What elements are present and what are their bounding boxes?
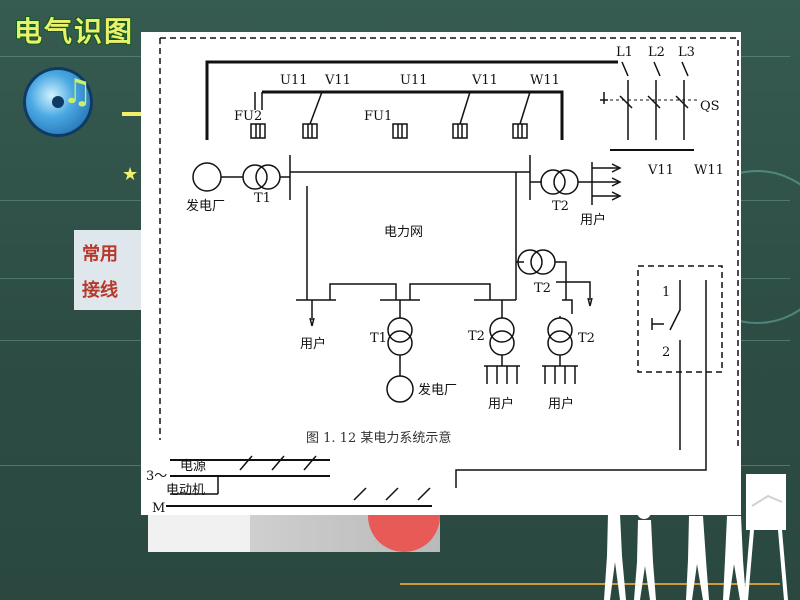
label-u11-b: U11: [400, 73, 428, 88]
label-l2: L2: [648, 45, 665, 60]
label-w11-c: W11: [694, 163, 724, 178]
transformer-t2-d: [547, 317, 573, 343]
label-w11: W11: [530, 73, 560, 88]
label-motor: 电动机: [166, 483, 205, 498]
qs-switch: [600, 80, 685, 140]
label-l1: L1: [616, 45, 633, 60]
generator-1: [192, 162, 222, 192]
label-u11-a: U11: [280, 73, 308, 88]
label-user-d: 用户: [548, 396, 574, 412]
label-grid: 电力网: [384, 225, 423, 240]
diagram-caption: 图 1. 12 某电力系统示意: [306, 430, 451, 446]
label-m: M: [152, 501, 165, 516]
label-user-a: 用户: [580, 212, 606, 228]
label-switch-2: 2: [662, 345, 670, 360]
network-line: [290, 155, 542, 200]
label-t2-b: T2: [534, 281, 551, 296]
label-qs: QS: [700, 99, 720, 114]
label-v11-b: V11: [471, 73, 498, 88]
label-fu1: FU1: [364, 109, 392, 124]
label-t2-d: T2: [578, 331, 595, 346]
transformer-t1-b: [387, 317, 413, 343]
transformer-t1-a: [242, 164, 268, 190]
label-generator-1: 发电厂: [186, 198, 225, 214]
label-power-source: 电源: [180, 459, 206, 474]
label-generator-2: 发电厂: [418, 382, 457, 398]
label-t1-a: T1: [254, 191, 271, 206]
transformer-t2-c: [489, 317, 515, 343]
label-user-c: 用户: [488, 396, 514, 412]
label-t2-c: T2: [468, 329, 485, 344]
label-t1-b: T1: [370, 331, 387, 346]
label-v11-a: V11: [324, 73, 351, 88]
power-system-diagram: L1 L2 L3 QS U11 V11 U11 V11 W11 FU2 FU1 …: [146, 37, 739, 516]
label-l3: L3: [678, 45, 695, 60]
label-switch-1: 1: [662, 285, 670, 300]
label-v11-c: V11: [647, 163, 674, 178]
label-user-b: 用户: [300, 336, 326, 352]
busbar: [262, 90, 564, 140]
generator-2: [386, 375, 414, 403]
transformer-t2-a: [540, 169, 566, 195]
label-three-phase: 3～: [146, 469, 167, 484]
label-fu2: FU2: [234, 109, 262, 124]
label-t2-a: T2: [552, 199, 569, 214]
